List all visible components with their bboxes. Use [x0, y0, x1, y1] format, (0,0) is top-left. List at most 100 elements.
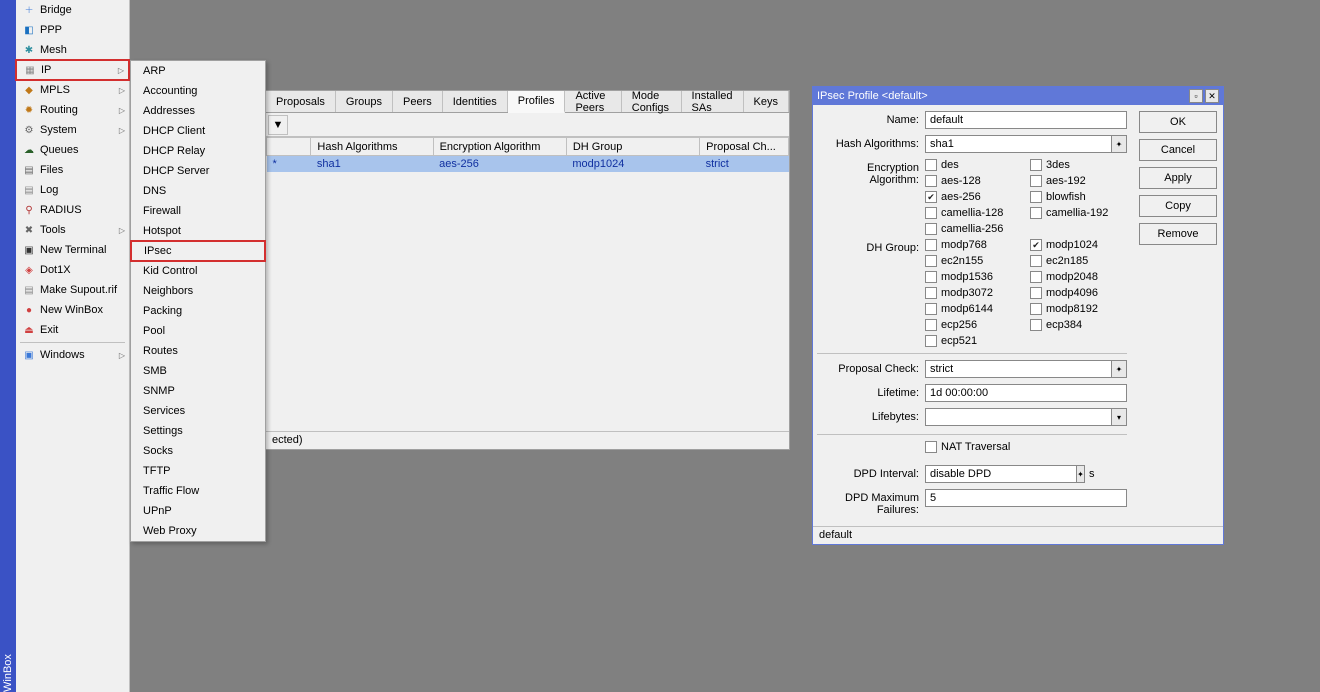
lifebytes-input[interactable]: [925, 408, 1111, 426]
submenu-item-kid-control[interactable]: Kid Control: [131, 261, 265, 281]
dpd-max-input[interactable]: [925, 489, 1127, 507]
submenu-item-dhcp-client[interactable]: DHCP Client: [131, 121, 265, 141]
dh-ecp384-checkbox[interactable]: ecp384: [1030, 319, 1127, 331]
tab-active-peers[interactable]: Active Peers: [565, 91, 621, 112]
hash-input[interactable]: [925, 135, 1111, 153]
table-row[interactable]: *sha1aes-256modp1024strict: [267, 156, 789, 173]
submenu-item-accounting[interactable]: Accounting: [131, 81, 265, 101]
tab-groups[interactable]: Groups: [336, 91, 393, 112]
dh-ecp256-checkbox[interactable]: ecp256: [925, 319, 1022, 331]
enc-aes-128-checkbox[interactable]: aes-128: [925, 175, 1022, 187]
submenu-item-tftp[interactable]: TFTP: [131, 461, 265, 481]
enc-aes-256-checkbox[interactable]: ✔aes-256: [925, 191, 1022, 203]
proposal-check-input[interactable]: [925, 360, 1111, 378]
submenu-item-neighbors[interactable]: Neighbors: [131, 281, 265, 301]
submenu-item-upnp[interactable]: UPnP: [131, 501, 265, 521]
dh-modp768-checkbox[interactable]: modp768: [925, 239, 1022, 251]
submenu-item-firewall[interactable]: Firewall: [131, 201, 265, 221]
enc-aes-192-checkbox[interactable]: aes-192: [1030, 175, 1127, 187]
sidebar-item-routing[interactable]: ✹Routing▷: [16, 100, 129, 120]
sidebar-item-mesh[interactable]: ✱Mesh: [16, 40, 129, 60]
submenu-item-dns[interactable]: DNS: [131, 181, 265, 201]
dh-modp1024-checkbox[interactable]: ✔modp1024: [1030, 239, 1127, 251]
dh-modp2048-checkbox[interactable]: modp2048: [1030, 271, 1127, 283]
mpls-icon: ◆: [22, 83, 36, 97]
name-input[interactable]: [925, 111, 1127, 129]
copy-button[interactable]: Copy: [1139, 195, 1217, 217]
dh-ecp521-checkbox[interactable]: ecp521: [925, 335, 1022, 347]
sidebar-item-new-terminal[interactable]: ▣New Terminal: [16, 240, 129, 260]
dh-modp1536-checkbox[interactable]: modp1536: [925, 271, 1022, 283]
sidebar-item-ip[interactable]: ▦IP▷: [15, 59, 130, 81]
remove-button[interactable]: Remove: [1139, 223, 1217, 245]
submenu-item-routes[interactable]: Routes: [131, 341, 265, 361]
dpd-interval-dropdown[interactable]: ✦: [1076, 465, 1085, 483]
lifebytes-expand[interactable]: ▾: [1111, 408, 1127, 426]
col-header[interactable]: Proposal Ch...: [700, 138, 789, 156]
submenu-item-arp[interactable]: ARP: [131, 61, 265, 81]
enc-camellia-256-checkbox[interactable]: camellia-256: [925, 223, 1022, 235]
sidebar-item-system[interactable]: ⚙System▷: [16, 120, 129, 140]
tab-proposals[interactable]: Proposals: [266, 91, 336, 112]
submenu-item-dhcp-server[interactable]: DHCP Server: [131, 161, 265, 181]
dh-modp4096-checkbox[interactable]: modp4096: [1030, 287, 1127, 299]
tab-keys[interactable]: Keys: [744, 91, 789, 112]
submenu-item-smb[interactable]: SMB: [131, 361, 265, 381]
sidebar-item-log[interactable]: ▤Log: [16, 180, 129, 200]
submenu-item-settings[interactable]: Settings: [131, 421, 265, 441]
sidebar-item-exit[interactable]: ⏏Exit: [16, 320, 129, 340]
submenu-item-packing[interactable]: Packing: [131, 301, 265, 321]
submenu-item-web-proxy[interactable]: Web Proxy: [131, 521, 265, 541]
cancel-button[interactable]: Cancel: [1139, 139, 1217, 161]
sidebar-item-make-supout-rif[interactable]: ▤Make Supout.rif: [16, 280, 129, 300]
submenu-item-ipsec[interactable]: IPsec: [130, 240, 266, 262]
submenu-item-hotspot[interactable]: Hotspot: [131, 221, 265, 241]
col-header[interactable]: [267, 138, 311, 156]
nat-traversal-checkbox[interactable]: NAT Traversal: [925, 441, 1127, 453]
proposal-check-dropdown[interactable]: ✦: [1111, 360, 1127, 378]
filter-button[interactable]: ▼: [268, 115, 288, 135]
sidebar-item-files[interactable]: ▤Files: [16, 160, 129, 180]
submenu-item-addresses[interactable]: Addresses: [131, 101, 265, 121]
col-header[interactable]: Hash Algorithms: [311, 138, 433, 156]
submenu-item-services[interactable]: Services: [131, 401, 265, 421]
submenu-item-socks[interactable]: Socks: [131, 441, 265, 461]
sidebar-item-tools[interactable]: ✖Tools▷: [16, 220, 129, 240]
sidebar-item-dot1x[interactable]: ◈Dot1X: [16, 260, 129, 280]
tab-identities[interactable]: Identities: [443, 91, 508, 112]
lifetime-input[interactable]: [925, 384, 1127, 402]
hash-dropdown-button[interactable]: ✦: [1111, 135, 1127, 153]
enc-camellia-192-checkbox[interactable]: camellia-192: [1030, 207, 1127, 219]
enc-3des-checkbox[interactable]: 3des: [1030, 159, 1127, 171]
submenu-item-snmp[interactable]: SNMP: [131, 381, 265, 401]
sidebar-item-new-winbox[interactable]: ●New WinBox: [16, 300, 129, 320]
dh-modp6144-checkbox[interactable]: modp6144: [925, 303, 1022, 315]
enc-camellia-128-checkbox[interactable]: camellia-128: [925, 207, 1022, 219]
ok-button[interactable]: OK: [1139, 111, 1217, 133]
sidebar-item-bridge[interactable]: 🞢Bridge: [16, 0, 129, 20]
tab-mode-configs[interactable]: Mode Configs: [622, 91, 682, 112]
tab-profiles[interactable]: Profiles: [508, 91, 566, 113]
col-header[interactable]: Encryption Algorithm: [433, 138, 566, 156]
dpd-interval-input[interactable]: [925, 465, 1076, 483]
tab-installed-sas[interactable]: Installed SAs: [682, 91, 744, 112]
submenu-item-dhcp-relay[interactable]: DHCP Relay: [131, 141, 265, 161]
sidebar-item-ppp[interactable]: ◧PPP: [16, 20, 129, 40]
dh-modp3072-checkbox[interactable]: modp3072: [925, 287, 1022, 299]
enc-des-checkbox[interactable]: des: [925, 159, 1022, 171]
sidebar-item-windows[interactable]: ▣Windows▷: [16, 345, 129, 365]
close-button[interactable]: ✕: [1205, 89, 1219, 103]
sidebar-item-radius[interactable]: ⚲RADIUS: [16, 200, 129, 220]
sidebar-item-mpls[interactable]: ◆MPLS▷: [16, 80, 129, 100]
dh-ec2n155-checkbox[interactable]: ec2n155: [925, 255, 1022, 267]
dh-ec2n185-checkbox[interactable]: ec2n185: [1030, 255, 1127, 267]
tab-peers[interactable]: Peers: [393, 91, 443, 112]
sidebar-item-queues[interactable]: ☁Queues: [16, 140, 129, 160]
submenu-item-pool[interactable]: Pool: [131, 321, 265, 341]
apply-button[interactable]: Apply: [1139, 167, 1217, 189]
dh-modp8192-checkbox[interactable]: modp8192: [1030, 303, 1127, 315]
minimize-button[interactable]: ▫: [1189, 89, 1203, 103]
col-header[interactable]: DH Group: [566, 138, 699, 156]
submenu-item-traffic-flow[interactable]: Traffic Flow: [131, 481, 265, 501]
enc-blowfish-checkbox[interactable]: blowfish: [1030, 191, 1127, 203]
